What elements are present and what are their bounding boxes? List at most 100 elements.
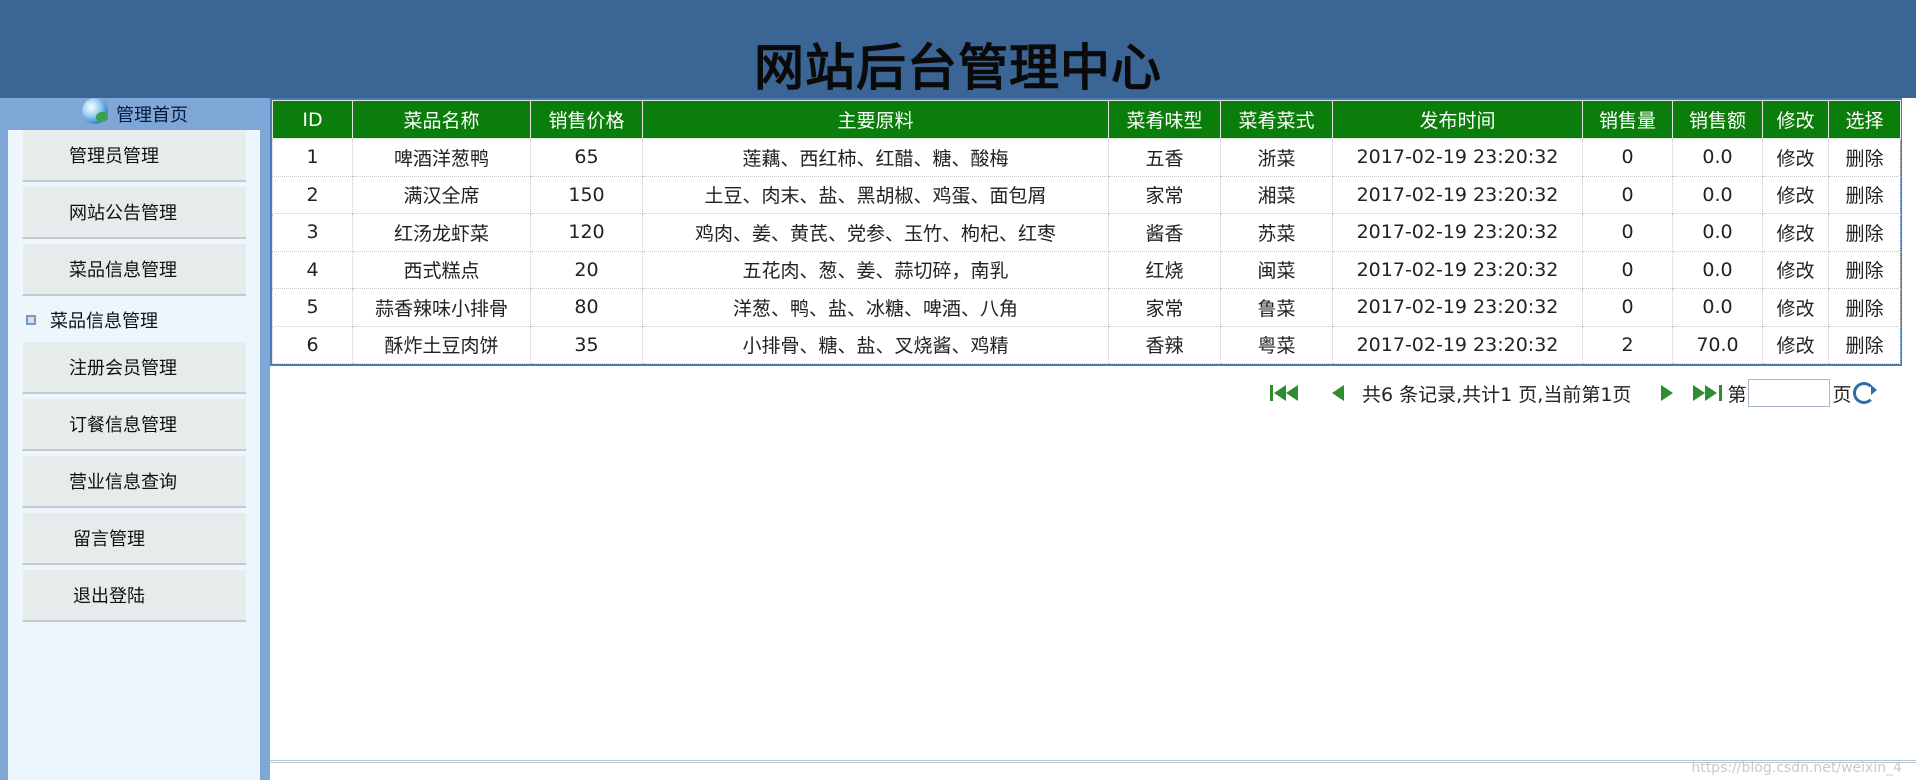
cell-amount: 0.0 — [1672, 250, 1763, 289]
edit-link[interactable]: 修改 — [1762, 250, 1829, 289]
cell-cuisine: 湘菜 — [1220, 175, 1333, 214]
cell-time: 2017-02-19 23:20:32 — [1332, 175, 1583, 214]
prev-page-icon[interactable] — [1330, 385, 1350, 401]
sidebar-item-label: 退出登陆 — [73, 586, 145, 607]
cell-time: 2017-02-19 23:20:32 — [1332, 213, 1583, 252]
delete-link[interactable]: 删除 — [1828, 213, 1901, 252]
sidebar-item-members[interactable]: 注册会员管理 — [22, 342, 246, 394]
cell-cuisine: 闽菜 — [1220, 250, 1333, 289]
cell-name: 蒜香辣味小排骨 — [352, 288, 531, 327]
cell-flavor: 酱香 — [1108, 213, 1221, 252]
cell-ingredients: 五花肉、葱、姜、蒜切碎，南乳 — [642, 250, 1109, 289]
cell-time: 2017-02-19 23:20:32 — [1332, 138, 1583, 177]
cell-cuisine: 浙菜 — [1220, 138, 1333, 177]
cell-qty: 0 — [1582, 213, 1673, 252]
edit-link[interactable]: 修改 — [1762, 288, 1829, 327]
cell-id: 1 — [272, 138, 353, 177]
edit-link[interactable]: 修改 — [1762, 138, 1829, 177]
globe-icon — [82, 98, 108, 124]
cell-name: 满汉全席 — [352, 175, 531, 214]
edit-link[interactable]: 修改 — [1762, 325, 1829, 364]
column-header: 菜肴味型 — [1108, 100, 1221, 139]
cell-amount: 0.0 — [1672, 138, 1763, 177]
header-bar: 网站后台管理中心 — [0, 0, 1916, 98]
column-header: 销售额 — [1672, 100, 1763, 139]
cell-id: 2 — [272, 175, 353, 214]
column-header: 销售量 — [1582, 100, 1673, 139]
table-row: 2 满汉全席 150 土豆、肉末、盐、黑胡椒、鸡蛋、面包屑 家常 湘菜 2017… — [272, 175, 1901, 214]
column-header: 发布时间 — [1332, 100, 1583, 139]
page-title: 网站后台管理中心 — [754, 39, 1162, 97]
table-row: 6 酥炸土豆肉饼 35 小排骨、糖、盐、叉烧酱、鸡精 香辣 粤菜 2017-02… — [272, 325, 1901, 364]
next-page-icon[interactable] — [1657, 385, 1677, 401]
column-header: 主要原料 — [642, 100, 1109, 139]
go-refresh-icon[interactable] — [1853, 382, 1878, 404]
delete-link[interactable]: 删除 — [1828, 138, 1901, 177]
sidebar-home-label: 管理首页 — [116, 105, 188, 126]
cell-id: 5 — [272, 288, 353, 327]
cell-cuisine: 苏菜 — [1220, 213, 1333, 252]
cell-cuisine: 鲁菜 — [1220, 288, 1333, 327]
cell-flavor: 家常 — [1108, 288, 1221, 327]
cell-time: 2017-02-19 23:20:32 — [1332, 325, 1583, 364]
edit-link[interactable]: 修改 — [1762, 175, 1829, 214]
sidebar-item-notice[interactable]: 网站公告管理 — [22, 187, 246, 239]
cell-flavor: 家常 — [1108, 175, 1221, 214]
last-page-icon[interactable] — [1693, 385, 1727, 401]
cell-id: 3 — [272, 213, 353, 252]
cell-name: 啤酒洋葱鸭 — [352, 138, 531, 177]
sidebar-item-label: 订餐信息管理 — [69, 415, 177, 436]
cell-time: 2017-02-19 23:20:32 — [1332, 288, 1583, 327]
delete-link[interactable]: 删除 — [1828, 250, 1901, 289]
cell-qty: 0 — [1582, 288, 1673, 327]
sidebar-item-business[interactable]: 营业信息查询 — [22, 456, 246, 508]
cell-price: 65 — [530, 138, 643, 177]
table-row: 4 西式糕点 20 五花肉、葱、姜、蒜切碎，南乳 红烧 闽菜 2017-02-1… — [272, 250, 1901, 289]
cell-qty: 0 — [1582, 175, 1673, 214]
sidebar-item-label: 网站公告管理 — [69, 203, 177, 224]
delete-link[interactable]: 删除 — [1828, 325, 1901, 364]
cell-amount: 0.0 — [1672, 288, 1763, 327]
sidebar-item-label: 营业信息查询 — [69, 472, 177, 493]
table-row: 1 啤酒洋葱鸭 65 莲藕、西红柿、红醋、糖、酸梅 五香 浙菜 2017-02-… — [272, 138, 1901, 177]
delete-link[interactable]: 删除 — [1828, 288, 1901, 327]
cell-amount: 70.0 — [1672, 325, 1763, 364]
first-page-icon[interactable] — [1270, 385, 1304, 401]
sidebar-item-label: 菜品信息管理 — [69, 260, 177, 281]
column-header: 销售价格 — [530, 100, 643, 139]
cell-price: 80 — [530, 288, 643, 327]
cell-flavor: 香辣 — [1108, 325, 1221, 364]
cell-name: 红汤龙虾菜 — [352, 213, 531, 252]
sidebar-item-admin[interactable]: 管理员管理 — [22, 130, 246, 182]
sidebar-item-orders[interactable]: 订餐信息管理 — [22, 399, 246, 451]
sidebar-item-logout[interactable]: 退出登陆 — [22, 570, 246, 622]
cell-id: 4 — [272, 250, 353, 289]
sidebar-item-dish[interactable]: 菜品信息管理 — [22, 244, 246, 296]
column-header: 选择 — [1828, 100, 1901, 139]
bullet-icon — [26, 315, 36, 325]
page-suffix-label: 页 — [1832, 383, 1852, 406]
cell-price: 20 — [530, 250, 643, 289]
cell-id: 6 — [272, 325, 353, 364]
sidebar: 管理首页 管理员管理 网站公告管理 菜品信息管理 菜品信息管理 注册会员管理 订… — [0, 98, 270, 780]
sidebar-home-link[interactable]: 管理首页 — [0, 98, 270, 130]
page-number-input[interactable] — [1748, 379, 1831, 407]
pagination-summary: 共6 条记录,共计1 页,当前第1页 — [1362, 383, 1632, 406]
sidebar-subitem-dish-info[interactable]: 菜品信息管理 — [26, 301, 256, 339]
dish-table: ID 菜品名称 销售价格 主要原料 菜肴味型 菜肴菜式 发布时间 销售量 销售额… — [272, 100, 1901, 364]
edit-link[interactable]: 修改 — [1762, 213, 1829, 252]
table-row: 3 红汤龙虾菜 120 鸡肉、姜、黄芪、党参、玉竹、枸杞、红枣 酱香 苏菜 20… — [272, 213, 1901, 252]
bottom-divider — [270, 760, 1916, 763]
cell-name: 西式糕点 — [352, 250, 531, 289]
column-header: ID — [272, 100, 353, 139]
column-header: 修改 — [1762, 100, 1829, 139]
cell-ingredients: 小排骨、糖、盐、叉烧酱、鸡精 — [642, 325, 1109, 364]
cell-flavor: 红烧 — [1108, 250, 1221, 289]
sidebar-item-messages[interactable]: 留言管理 — [22, 513, 246, 565]
watermark-text: https://blog.csdn.net/weixin_4 — [1691, 760, 1902, 776]
column-header: 菜品名称 — [352, 100, 531, 139]
cell-ingredients: 鸡肉、姜、黄芪、党参、玉竹、枸杞、红枣 — [642, 213, 1109, 252]
cell-qty: 0 — [1582, 250, 1673, 289]
delete-link[interactable]: 删除 — [1828, 175, 1901, 214]
cell-name: 酥炸土豆肉饼 — [352, 325, 531, 364]
